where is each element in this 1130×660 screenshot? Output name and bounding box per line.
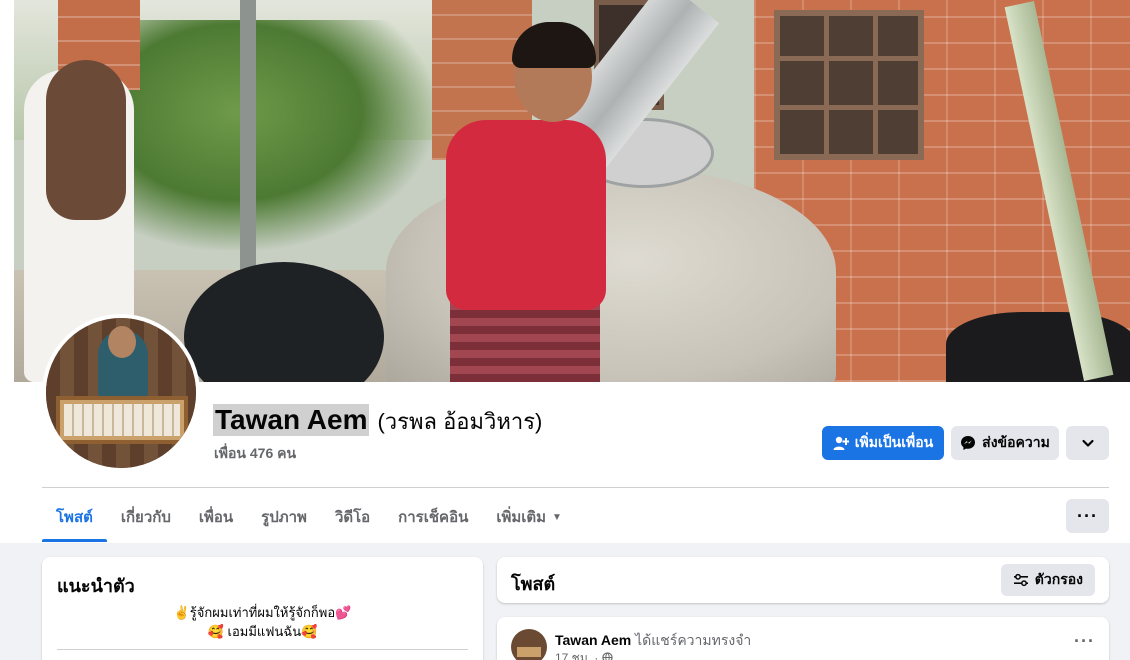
post-author-name[interactable]: Tawan Aem [555, 632, 631, 648]
message-label: ส่งข้อความ [982, 434, 1050, 450]
profile-more-button[interactable] [1066, 426, 1109, 460]
add-friend-icon [833, 436, 849, 450]
intro-divider [57, 649, 468, 650]
tab-about[interactable]: เกี่ยวกับ [107, 492, 185, 542]
posts-title: โพสต์ [511, 574, 556, 594]
filter-sliders-icon [1013, 573, 1028, 587]
profile-avatar[interactable] [42, 314, 200, 472]
posts-header-card: โพสต์ ตัวกรอง [497, 557, 1109, 603]
message-button[interactable]: ส่งข้อความ [951, 426, 1059, 460]
post-card: Tawan Aem ได้แชร์ความทรงจำ 17 ชม. · ··· [497, 617, 1109, 660]
friends-count-link[interactable]: เพื่อน 476 คน [214, 443, 296, 465]
tab-photos[interactable]: รูปภาพ [247, 492, 321, 542]
tab-videos[interactable]: วิดีโอ [321, 492, 384, 542]
filter-button[interactable]: ตัวกรอง [1000, 564, 1095, 596]
add-friend-label: เพิ่มเป็นเพื่อน [854, 434, 934, 450]
intro-card: แนะนำตัว ✌️รู้จักผมเท่าที่ผมให้รู้จักก็พ… [42, 557, 483, 660]
post-timestamp[interactable]: 17 ชม. · [555, 649, 613, 660]
tab-checkins[interactable]: การเช็คอิน [384, 492, 482, 542]
post-more-button[interactable]: ··· [1074, 631, 1095, 652]
post-action-text: ได้แชร์ความทรงจำ [635, 632, 752, 648]
tab-posts[interactable]: โพสต์ [42, 492, 107, 542]
profile-name-row: Tawan Aem (วรพล อ้อมวิหาร) [213, 404, 542, 439]
profile-name: Tawan Aem [213, 404, 370, 436]
chevron-down-icon [1081, 439, 1094, 447]
globe-icon [602, 652, 613, 660]
add-friend-button[interactable]: เพิ่มเป็นเพื่อน [822, 426, 944, 460]
tab-more[interactable]: เพิ่มเติม ▼ [482, 492, 576, 542]
messenger-icon [961, 436, 976, 450]
profile-alternate-name: (วรพล อ้อมวิหาร) [377, 409, 543, 434]
intro-bio: ✌️รู้จักผมเท่าที่ผมให้รู้จักก็พอ💕 🥰 เอมม… [173, 605, 352, 639]
tabs-more-options-button[interactable]: ··· [1066, 499, 1109, 533]
tab-friends[interactable]: เพื่อน [185, 492, 247, 542]
header-divider [42, 487, 1109, 488]
caret-down-icon: ▼ [552, 511, 562, 523]
post-author-avatar[interactable] [511, 629, 547, 660]
filter-label: ตัวกรอง [1034, 571, 1083, 587]
profile-tabs: โพสต์ เกี่ยวกับ เพื่อน รูปภาพ วิดีโอ การ… [42, 492, 576, 542]
intro-title: แนะนำตัว [57, 576, 135, 596]
